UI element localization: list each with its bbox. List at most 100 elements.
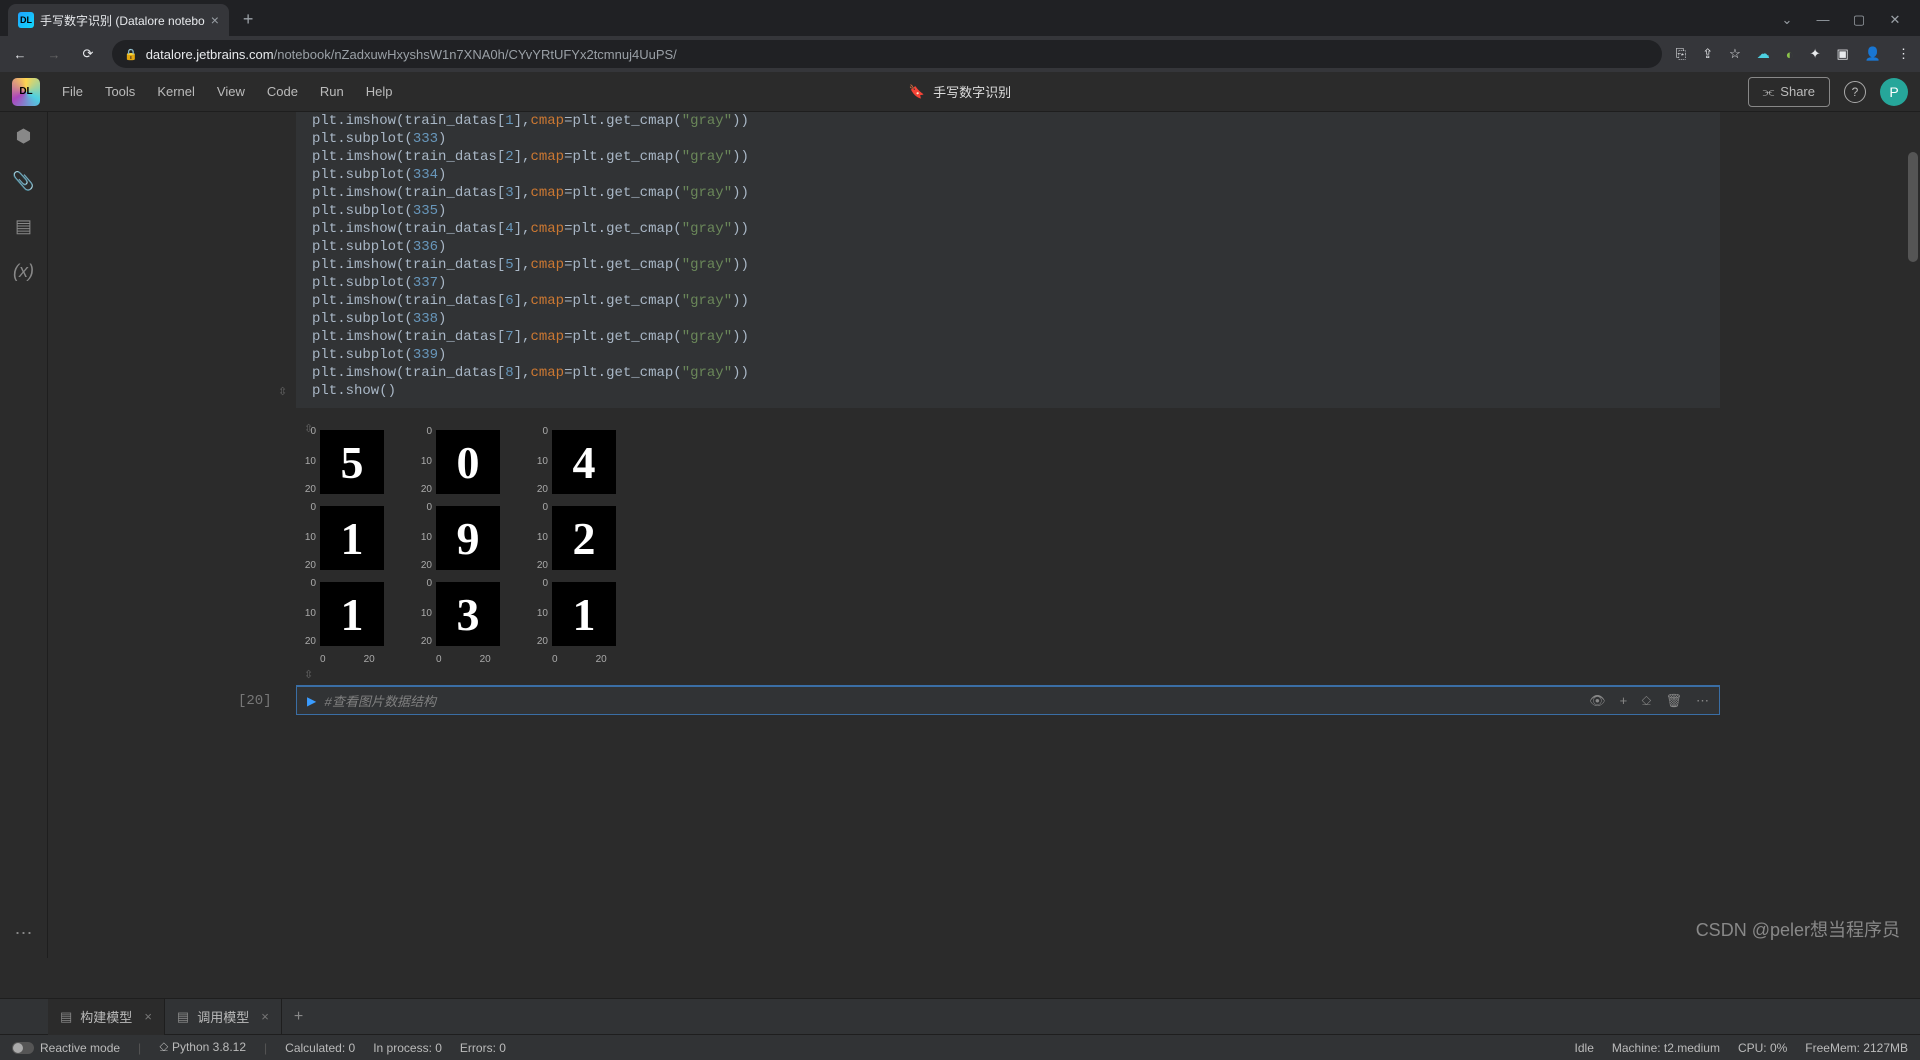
favicon-icon: DL bbox=[18, 12, 34, 28]
extensions-icon[interactable]: ✦ bbox=[1810, 46, 1821, 62]
delete-icon[interactable]: 🗑 bbox=[1665, 693, 1682, 709]
cell-output: ⇳ 01020501020001020401020101020901020201… bbox=[296, 426, 1720, 665]
menu-view[interactable]: View bbox=[217, 84, 245, 99]
cpu-status: CPU: 0% bbox=[1738, 1041, 1787, 1055]
cell-prompt: [20] bbox=[238, 693, 272, 709]
url-text: datalore.jetbrains.com/notebook/nZadxuwH… bbox=[146, 47, 677, 62]
back-button[interactable]: ← bbox=[10, 47, 30, 62]
sheet-tab[interactable]: ▤ 调用模型 × bbox=[165, 999, 282, 1035]
subplot: 010204 bbox=[528, 426, 644, 502]
subplot: 010209 bbox=[412, 502, 528, 578]
code-cell[interactable]: plt.imshow(train_datas[1],cmap=plt.get_c… bbox=[296, 112, 1720, 408]
menu-help[interactable]: Help bbox=[366, 84, 393, 99]
attachment-icon[interactable]: 📎 bbox=[12, 171, 34, 192]
tab-title: 手写数字识别 (Datalore notebo bbox=[40, 12, 205, 29]
close-icon[interactable]: ✕ bbox=[1888, 12, 1902, 28]
lock-icon: 🔒 bbox=[124, 48, 138, 61]
scrollbar-vertical[interactable] bbox=[1906, 112, 1920, 958]
outline-icon[interactable]: ▤ bbox=[15, 216, 32, 237]
watermark-text: CSDN @peler想当程序员 bbox=[1696, 916, 1900, 942]
help-icon[interactable]: ? bbox=[1844, 81, 1866, 103]
output-handle-icon[interactable]: ⇳ bbox=[304, 668, 313, 681]
menu-file[interactable]: File bbox=[62, 84, 83, 99]
digit-image: 2 bbox=[552, 506, 616, 570]
digit-image: 9 bbox=[436, 506, 500, 570]
address-bar[interactable]: 🔒 datalore.jetbrains.com/notebook/nZadxu… bbox=[112, 40, 1662, 68]
variables-icon[interactable]: (x) bbox=[13, 261, 34, 282]
add-sheet-button[interactable]: + bbox=[282, 1008, 315, 1026]
notebook-title[interactable]: 手写数字识别 bbox=[933, 82, 1011, 101]
minimize-icon[interactable]: ― bbox=[1816, 12, 1830, 28]
share-button[interactable]: ⫘ Share bbox=[1748, 77, 1830, 107]
tab-close-icon[interactable]: × bbox=[211, 12, 219, 28]
profile-icon[interactable]: 👤 bbox=[1865, 46, 1881, 62]
browser-tab[interactable]: DL 手写数字识别 (Datalore notebo × bbox=[8, 4, 229, 36]
subplot: 010202 bbox=[528, 502, 644, 578]
maximize-icon[interactable]: ▢ bbox=[1852, 12, 1866, 28]
calculated-status: Calculated: 0 bbox=[285, 1041, 355, 1055]
mem-status: FreeMem: 2127MB bbox=[1805, 1041, 1908, 1055]
left-rail: ⬢ 📎 ▤ (x) ⋯ bbox=[0, 112, 48, 958]
datalore-logo-icon[interactable]: DL bbox=[12, 78, 40, 106]
reactive-toggle[interactable]: Reactive mode bbox=[12, 1041, 120, 1055]
machine-status[interactable]: Machine: t2.medium bbox=[1612, 1041, 1720, 1055]
bookmark-icon[interactable]: 🔖 bbox=[909, 84, 925, 100]
code-comment[interactable]: #查看图片数据结构 bbox=[324, 691, 436, 710]
menu-kernel[interactable]: Kernel bbox=[157, 84, 195, 99]
digit-image: 5 bbox=[320, 430, 384, 494]
share-icon[interactable]: ⇪ bbox=[1702, 46, 1713, 62]
errors-status: Errors: 0 bbox=[460, 1041, 506, 1055]
extension-icon[interactable]: ◐ bbox=[1786, 47, 1794, 62]
run-cell-icon[interactable]: ▶ bbox=[307, 694, 316, 708]
sheet-icon: ▤ bbox=[177, 1009, 189, 1025]
sheet-tabs: ▤ 构建模型 × ▤ 调用模型 × + bbox=[0, 998, 1920, 1034]
sheet-tab-active[interactable]: ▤ 构建模型 × bbox=[48, 999, 165, 1035]
cube-icon[interactable]: ⬢ bbox=[16, 126, 32, 147]
window-controls: ⌄ ― ▢ ✕ bbox=[1780, 12, 1920, 28]
new-tab-button[interactable]: + bbox=[243, 9, 254, 30]
subplot: 010201 bbox=[296, 578, 412, 654]
kernel-status: Idle bbox=[1575, 1041, 1594, 1055]
inprocess-status: In process: 0 bbox=[373, 1041, 442, 1055]
bookmark-star-icon[interactable]: ☆ bbox=[1729, 46, 1741, 62]
digit-image: 1 bbox=[320, 582, 384, 646]
digit-image: 1 bbox=[320, 506, 384, 570]
forward-button[interactable]: → bbox=[44, 47, 64, 62]
digit-image: 4 bbox=[552, 430, 616, 494]
translate-icon[interactable]: ⎘ bbox=[1676, 46, 1686, 62]
sheet-icon: ▤ bbox=[60, 1009, 72, 1025]
more-icon[interactable]: ⋯ bbox=[15, 923, 33, 944]
subplot: 010201 bbox=[528, 578, 644, 654]
chevron-down-icon[interactable]: ⌄ bbox=[1780, 12, 1794, 28]
avatar[interactable]: P bbox=[1880, 78, 1908, 106]
tab-close-icon[interactable]: × bbox=[144, 1009, 152, 1024]
browser-toolbar: ← → ⟳ 🔒 datalore.jetbrains.com/notebook/… bbox=[0, 36, 1920, 72]
python-icon[interactable]: ⎐ bbox=[1641, 693, 1651, 709]
code-cell-active[interactable]: ▶ #查看图片数据结构 👁 + ⎐ 🗑 ⋯ bbox=[296, 685, 1720, 715]
add-icon[interactable]: + bbox=[1620, 693, 1628, 709]
menu-tools[interactable]: Tools bbox=[105, 84, 135, 99]
subplot: 010201 bbox=[296, 502, 412, 578]
digit-image: 1 bbox=[552, 582, 616, 646]
extension-icon[interactable]: ☁ bbox=[1757, 46, 1770, 62]
app-menubar: DL File Tools Kernel View Code Run Help 🔖 手写数字… bbox=[0, 72, 1920, 112]
cell-handle-icon[interactable]: ⇳ bbox=[278, 384, 287, 402]
more-icon[interactable]: ⋯ bbox=[1696, 693, 1709, 709]
share-icon: ⫘ bbox=[1763, 84, 1775, 100]
subplot: 010205 bbox=[296, 426, 412, 502]
sidepanel-icon[interactable]: ▣ bbox=[1837, 46, 1849, 62]
tab-close-icon[interactable]: × bbox=[261, 1009, 269, 1024]
menu-code[interactable]: Code bbox=[267, 84, 298, 99]
code-content[interactable]: plt.imshow(train_datas[1],cmap=plt.get_c… bbox=[312, 112, 1704, 400]
status-bar: Reactive mode | ⎐ Python 3.8.12 | Calcul… bbox=[0, 1034, 1920, 1060]
reload-button[interactable]: ⟳ bbox=[78, 46, 98, 62]
menu-icon[interactable]: ⋮ bbox=[1897, 46, 1910, 62]
subplot: 010203 bbox=[412, 578, 528, 654]
visibility-icon[interactable]: 👁 bbox=[1589, 693, 1606, 709]
notebook-area: plt.imshow(train_datas[1],cmap=plt.get_c… bbox=[48, 112, 1920, 958]
browser-titlebar: DL 手写数字识别 (Datalore notebo × + ⌄ ― ▢ ✕ bbox=[0, 0, 1920, 36]
subplot: 010200 bbox=[412, 426, 528, 502]
digit-image: 0 bbox=[436, 430, 500, 494]
menu-run[interactable]: Run bbox=[320, 84, 344, 99]
python-version[interactable]: ⎐ Python 3.8.12 bbox=[159, 1040, 246, 1055]
